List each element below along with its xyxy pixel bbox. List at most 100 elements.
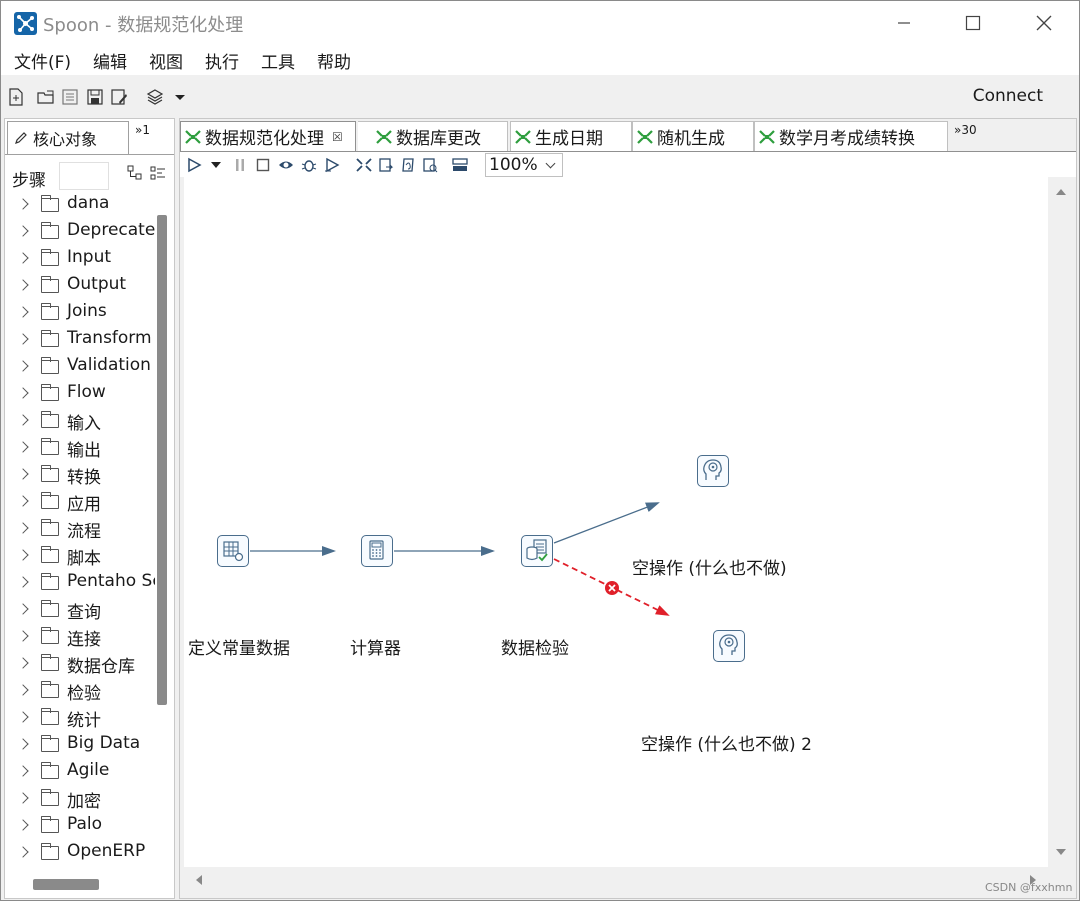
chevron-right-icon[interactable] <box>17 414 29 426</box>
tree-folder-item[interactable]: 输入 <box>5 407 155 434</box>
hop-arrow[interactable] <box>553 502 660 544</box>
verify-transformation-icon[interactable] <box>356 157 372 173</box>
steps-search-input[interactable] <box>59 162 109 190</box>
chevron-right-icon[interactable] <box>17 576 29 588</box>
tabs-overflow[interactable]: »30 <box>954 123 977 137</box>
replay-icon[interactable] <box>324 157 340 173</box>
run-icon[interactable] <box>186 157 202 173</box>
tree-folder-item[interactable]: Big Data <box>5 731 155 758</box>
collapse-tree-icon[interactable] <box>127 165 143 181</box>
step-dummy[interactable] <box>697 455 729 487</box>
close-button[interactable] <box>1024 9 1064 37</box>
tree-folder-item[interactable]: 检验 <box>5 677 155 704</box>
chevron-right-icon[interactable] <box>17 846 29 858</box>
chevron-right-icon[interactable] <box>17 252 29 264</box>
chevron-right-icon[interactable] <box>17 441 29 453</box>
tab-close-icon[interactable]: ☒ <box>332 130 343 144</box>
tree-folder-item[interactable]: 数据仓库 <box>5 650 155 677</box>
tree-folder-item[interactable]: 查询 <box>5 596 155 623</box>
chevron-right-icon[interactable] <box>17 360 29 372</box>
preview-eye-icon[interactable] <box>278 157 294 173</box>
tree-folder-item[interactable]: 统计 <box>5 704 155 731</box>
menu-view[interactable]: 视图 <box>149 48 183 73</box>
tree-folder-item[interactable]: 输出 <box>5 434 155 461</box>
show-results-icon[interactable] <box>452 157 468 173</box>
tree-folder-item[interactable]: Pentaho Server <box>5 569 155 596</box>
zoom-select[interactable]: 100% <box>485 153 563 177</box>
tab-random-generate[interactable]: 随机生成 <box>632 121 754 151</box>
expand-tree-icon[interactable] <box>150 165 166 181</box>
tree-folder-item[interactable]: Transform <box>5 326 155 353</box>
tab-core-objects[interactable]: 核心对象 <box>7 121 129 154</box>
tree-folder-item[interactable]: 加密 <box>5 785 155 812</box>
menu-edit[interactable]: 编辑 <box>93 48 127 73</box>
tree-folder-item[interactable]: 应用 <box>5 488 155 515</box>
chevron-right-icon[interactable] <box>17 549 29 561</box>
chevron-right-icon[interactable] <box>17 279 29 291</box>
step-constant-data[interactable] <box>217 535 249 567</box>
chevron-right-icon[interactable] <box>17 738 29 750</box>
sql-script-icon[interactable] <box>400 157 416 173</box>
canvas-vertical-scrollbar[interactable] <box>1048 177 1074 867</box>
chevron-right-icon[interactable] <box>17 684 29 696</box>
step-dummy-2[interactable] <box>713 630 745 662</box>
maximize-button[interactable] <box>953 9 993 37</box>
tree-folder-item[interactable]: 流程 <box>5 515 155 542</box>
canvas-horizontal-scrollbar[interactable] <box>184 867 1048 893</box>
menu-tools[interactable]: 工具 <box>261 48 295 73</box>
chevron-right-icon[interactable] <box>17 306 29 318</box>
chevron-right-icon[interactable] <box>17 657 29 669</box>
save-as-icon[interactable] <box>110 88 128 106</box>
pause-icon[interactable] <box>232 157 248 173</box>
tab-database-change[interactable]: 数据库更改 <box>358 121 508 151</box>
chevron-right-icon[interactable] <box>17 522 29 534</box>
open-folder-icon[interactable] <box>37 88 55 106</box>
step-calculator[interactable] <box>361 535 393 567</box>
explore-db-icon[interactable] <box>422 157 438 173</box>
menu-help[interactable]: 帮助 <box>317 48 351 73</box>
chevron-right-icon[interactable] <box>17 333 29 345</box>
transformation-canvas[interactable]: 定义常量数据 计算器 数据检验 空操作 (什么也不做) 空操作 (什么也不做) … <box>184 177 1048 867</box>
scroll-down-icon[interactable] <box>1056 849 1066 855</box>
save-icon[interactable] <box>86 88 104 106</box>
run-dropdown-icon[interactable] <box>208 157 224 173</box>
tree-folder-item[interactable]: Output <box>5 272 155 299</box>
menu-file[interactable]: 文件(F) <box>14 48 71 73</box>
tree-vertical-scrollbar[interactable] <box>157 215 167 705</box>
tree-horizontal-scrollbar[interactable] <box>33 879 99 890</box>
step-data-validator[interactable] <box>521 535 553 567</box>
new-file-icon[interactable] <box>7 88 25 106</box>
explore-repository-icon[interactable] <box>61 88 79 106</box>
impact-analysis-icon[interactable] <box>378 157 394 173</box>
tree-folder-item[interactable]: 转换 <box>5 461 155 488</box>
stop-icon[interactable] <box>255 157 271 173</box>
chevron-right-icon[interactable] <box>17 198 29 210</box>
chevron-right-icon[interactable] <box>17 765 29 777</box>
dropdown-arrow-icon[interactable] <box>171 88 189 106</box>
scroll-up-icon[interactable] <box>1056 189 1066 195</box>
chevron-right-icon[interactable] <box>17 819 29 831</box>
tree-folder-item[interactable]: dana <box>5 191 155 218</box>
tab-data-normalization[interactable]: 数据规范化处理 ☒ <box>180 121 356 151</box>
chevron-right-icon[interactable] <box>17 387 29 399</box>
chevron-right-icon[interactable] <box>17 711 29 723</box>
tree-folder-item[interactable]: Validation <box>5 353 155 380</box>
chevron-right-icon[interactable] <box>17 468 29 480</box>
tab-generate-date[interactable]: 生成日期 <box>510 121 632 151</box>
connect-button[interactable]: Connect <box>973 86 1043 106</box>
tree-folder-item[interactable]: 脚本 <box>5 542 155 569</box>
minimize-button[interactable] <box>884 9 924 37</box>
tree-folder-item[interactable]: Joins <box>5 299 155 326</box>
chevron-right-icon[interactable] <box>17 603 29 615</box>
tree-folder-item[interactable]: Agile <box>5 758 155 785</box>
tree-folder-item[interactable]: OpenERP <box>5 839 155 866</box>
layers-icon[interactable] <box>146 88 164 106</box>
debug-bug-icon[interactable] <box>301 157 317 173</box>
left-tabs-overflow[interactable]: »1 <box>135 123 150 137</box>
tree-folder-item[interactable]: Flow <box>5 380 155 407</box>
chevron-right-icon[interactable] <box>17 630 29 642</box>
scroll-left-icon[interactable] <box>196 875 202 885</box>
chevron-right-icon[interactable] <box>17 225 29 237</box>
chevron-right-icon[interactable] <box>17 792 29 804</box>
chevron-right-icon[interactable] <box>17 495 29 507</box>
